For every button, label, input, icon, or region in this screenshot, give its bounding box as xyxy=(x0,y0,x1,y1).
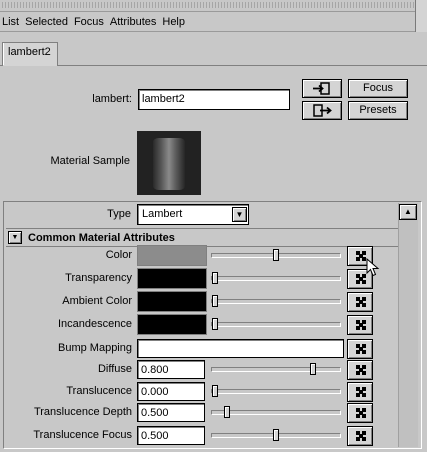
attribute-label: Bump Mapping xyxy=(58,342,132,354)
triangle-down-icon: ▼ xyxy=(11,234,19,241)
arrow-into-box-icon xyxy=(313,82,330,95)
attribute-label: Transparency xyxy=(65,272,132,284)
menu-attributes[interactable]: Attributes xyxy=(110,16,156,28)
value-field[interactable]: 0.000 xyxy=(137,382,205,401)
checker-map-icon xyxy=(356,297,366,307)
color-swatch[interactable] xyxy=(137,291,207,312)
map-button[interactable] xyxy=(347,339,373,359)
attribute-label: Translucence Focus xyxy=(33,429,132,441)
menubar: List Selected Focus Attributes Help xyxy=(0,12,427,32)
color-swatch[interactable] xyxy=(137,314,207,335)
slider-track[interactable] xyxy=(211,410,341,415)
vertical-scrollbar[interactable] xyxy=(398,203,418,447)
attribute-label: Diffuse xyxy=(97,363,132,375)
material-sample-cylinder xyxy=(153,138,185,190)
checker-map-icon xyxy=(356,365,366,375)
slider-track[interactable] xyxy=(211,276,341,281)
checker-map-icon xyxy=(356,251,366,261)
focus-button[interactable]: Focus xyxy=(348,79,408,98)
section-title: Common Material Attributes xyxy=(28,231,175,244)
slider-track[interactable] xyxy=(211,389,341,394)
dropdown-arrow-button[interactable]: ▼ xyxy=(232,207,247,222)
slider-track[interactable] xyxy=(211,299,341,304)
triangle-up-icon: ▲ xyxy=(404,207,412,216)
material-sample-label: Material Sample xyxy=(50,155,130,167)
map-button[interactable] xyxy=(347,315,373,335)
tab-label: lambert2 xyxy=(8,46,51,58)
color-swatch[interactable] xyxy=(137,268,207,289)
color-swatch[interactable] xyxy=(137,245,207,266)
slider-thumb[interactable] xyxy=(212,272,218,284)
collapse-toggle[interactable]: ▼ xyxy=(8,231,22,244)
slider-track[interactable] xyxy=(211,367,341,372)
value-field[interactable]: 0.500 xyxy=(137,426,205,445)
window-corner xyxy=(415,0,427,12)
menu-focus[interactable]: Focus xyxy=(74,16,104,28)
type-value: Lambert xyxy=(142,208,183,220)
bump-mapping-field[interactable] xyxy=(137,339,344,358)
slider-thumb[interactable] xyxy=(273,249,279,261)
type-label: Type xyxy=(107,208,131,220)
attribute-label: Color xyxy=(105,249,132,261)
attribute-label: Incandescence xyxy=(58,318,132,330)
tab-highlight xyxy=(3,43,4,65)
node-name-label: lambert: xyxy=(92,93,132,105)
attribute-label: Translucence Depth xyxy=(33,406,132,418)
drag-handle[interactable] xyxy=(2,2,425,8)
output-connection-button[interactable] xyxy=(302,101,342,120)
input-connection-button[interactable] xyxy=(302,79,342,98)
slider-track[interactable] xyxy=(211,322,341,327)
map-button[interactable] xyxy=(347,426,373,446)
slider-thumb[interactable] xyxy=(212,385,218,397)
map-button[interactable] xyxy=(347,292,373,312)
slider-thumb[interactable] xyxy=(273,429,279,441)
node-name-field[interactable]: lambert2 xyxy=(138,89,290,110)
menubar-corner xyxy=(415,12,427,32)
menu-list[interactable]: List xyxy=(2,16,19,28)
attribute-label: Translucence xyxy=(66,385,132,397)
tab-lambert2[interactable]: lambert2 xyxy=(2,42,58,66)
menu-selected[interactable]: Selected xyxy=(25,16,68,28)
checker-map-icon xyxy=(356,320,366,330)
scroll-up-button[interactable]: ▲ xyxy=(399,204,417,220)
presets-button[interactable]: Presets xyxy=(348,101,408,120)
tab-baseline xyxy=(0,65,427,66)
slider-thumb[interactable] xyxy=(212,318,218,330)
value-field[interactable]: 0.800 xyxy=(137,360,205,379)
map-button[interactable] xyxy=(347,360,373,380)
section-header[interactable]: ▼ Common Material Attributes xyxy=(6,229,398,246)
checker-map-icon xyxy=(356,431,366,441)
checker-map-icon xyxy=(356,274,366,284)
attribute-label: Ambient Color xyxy=(62,295,132,307)
arrow-out-of-box-icon xyxy=(313,104,332,117)
slider-thumb[interactable] xyxy=(309,363,316,375)
type-dropdown[interactable]: Lambert ▼ xyxy=(137,204,249,225)
mouse-pointer-icon xyxy=(366,258,380,277)
checker-map-icon xyxy=(356,408,366,418)
chevron-down-icon: ▼ xyxy=(235,210,244,219)
map-button[interactable] xyxy=(347,382,373,402)
slider-thumb[interactable] xyxy=(212,295,218,307)
slider-thumb[interactable] xyxy=(224,406,231,418)
map-button[interactable] xyxy=(347,403,373,423)
value-field[interactable]: 0.500 xyxy=(137,403,205,422)
menu-help[interactable]: Help xyxy=(162,16,185,28)
checker-map-icon xyxy=(356,387,366,397)
checker-map-icon xyxy=(356,344,366,354)
